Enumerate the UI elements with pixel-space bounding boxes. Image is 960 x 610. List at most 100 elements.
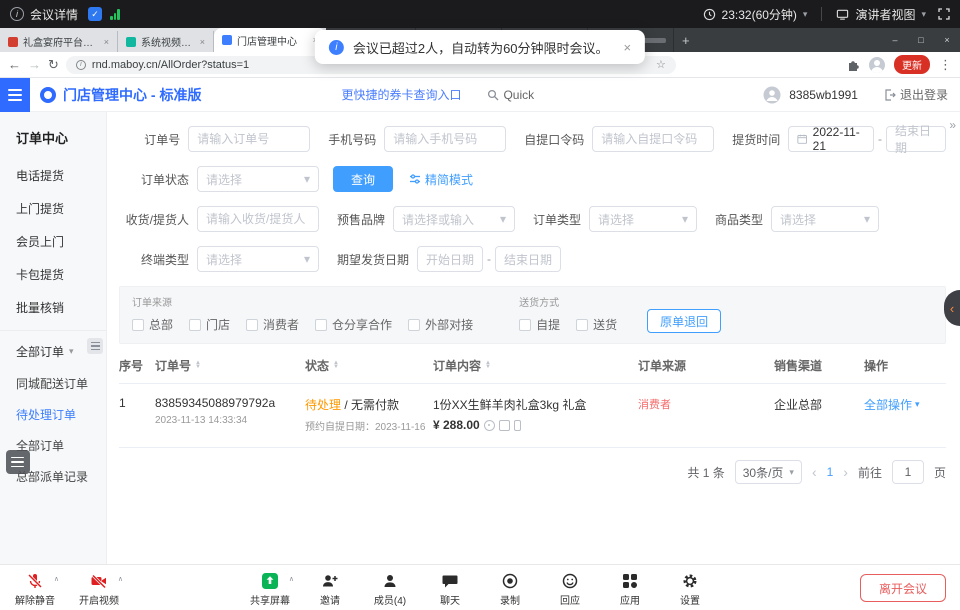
checkbox-box[interactable] (576, 319, 588, 331)
phone-input[interactable] (384, 126, 506, 152)
goto-page-input[interactable] (892, 460, 924, 484)
chat-button[interactable]: 聊天 (425, 569, 475, 607)
username[interactable]: 8385wb1991 (789, 88, 858, 102)
checkbox-warehouse-coop[interactable]: 仓分享合作 (315, 316, 392, 333)
sidebar-item-batch-verify[interactable]: 批量核销 (0, 291, 106, 324)
checkbox-box[interactable] (189, 319, 201, 331)
checkbox-external[interactable]: 外部对接 (408, 316, 473, 333)
order-status-select[interactable]: 请选择 ▾ (197, 166, 319, 192)
browser-tab-active[interactable]: 门店管理中心 × (214, 28, 326, 52)
panel-expand-icon[interactable]: » (949, 118, 954, 132)
view-mode-caret-icon[interactable]: ▾ (921, 9, 926, 20)
reaction-button[interactable]: 回应 (545, 569, 595, 607)
share-options-caret-icon[interactable]: ∧ (289, 575, 294, 583)
order-no-input[interactable] (188, 126, 310, 152)
search-button[interactable]: 查询 (333, 166, 393, 192)
back-icon[interactable]: ← (8, 58, 21, 71)
simple-mode-link[interactable]: 精简模式 (409, 171, 473, 188)
terminal-type-select[interactable]: 请选择 ▾ (197, 246, 319, 272)
mobile-icon[interactable] (514, 420, 521, 431)
quick-search[interactable]: Quick (487, 88, 534, 102)
checkbox-delivery[interactable]: 送货 (576, 316, 617, 333)
sort-icon[interactable]: ▲▼ (485, 362, 491, 369)
col-status[interactable]: 状态 ▲▼ (305, 357, 433, 374)
checkbox-box[interactable] (315, 319, 327, 331)
site-info-icon[interactable]: i (76, 60, 86, 70)
gift-icon[interactable] (499, 420, 510, 431)
forward-icon[interactable]: → (28, 58, 41, 71)
current-page[interactable]: 1 (827, 465, 834, 479)
checkbox-box[interactable] (519, 319, 531, 331)
logout-button[interactable]: 退出登录 (884, 86, 948, 103)
ship-end-date-picker[interactable]: 结束日期 (495, 246, 561, 272)
ship-start-date-picker[interactable]: 开始日期 (417, 246, 483, 272)
remark-icon[interactable] (484, 420, 495, 431)
tab-close-icon[interactable]: × (200, 37, 205, 47)
brand-select[interactable]: 请选择或输入 ▾ (393, 206, 515, 232)
sort-icon[interactable]: ▲▼ (195, 362, 201, 369)
browser-tab[interactable]: 礼盒宴府平台管理中心 × (0, 31, 118, 52)
sidebar-item-member-visit[interactable]: 会员上门 (0, 225, 106, 258)
leave-meeting-button[interactable]: 离开会议 (860, 574, 946, 602)
record-button[interactable]: 录制 (485, 569, 535, 607)
window-maximize-button[interactable]: □ (908, 35, 934, 45)
col-order-no[interactable]: 订单号 ▲▼ (155, 357, 305, 374)
meeting-info-icon[interactable]: i (10, 7, 24, 21)
floating-list-button[interactable] (6, 450, 30, 474)
pickup-end-date-picker[interactable]: 结束日期 (886, 126, 946, 152)
sidebar-toggle-button[interactable] (0, 78, 30, 112)
reload-icon[interactable]: ↻ (48, 58, 59, 71)
sidebar-item-pending-orders[interactable]: 待处理订单 (0, 399, 106, 430)
submenu-collapse-icon[interactable] (87, 338, 103, 354)
chrome-update-button[interactable]: 更新 (894, 55, 930, 74)
mic-options-caret-icon[interactable]: ∧ (54, 575, 59, 583)
pickup-code-input[interactable] (592, 126, 714, 152)
security-shield-icon[interactable]: ✓ (88, 7, 102, 21)
checkbox-box[interactable] (408, 319, 420, 331)
unmute-button[interactable]: ∧ 解除静音 (10, 569, 60, 607)
new-tab-button[interactable]: + (674, 33, 698, 48)
user-avatar[interactable] (763, 86, 781, 104)
sidebar-item-card-pickup[interactable]: 卡包提货 (0, 258, 106, 291)
window-close-button[interactable]: × (934, 35, 960, 45)
fullscreen-icon[interactable] (938, 8, 950, 20)
view-mode-label[interactable]: 演讲者视图 (855, 6, 915, 23)
extensions-puzzle-icon[interactable] (846, 58, 860, 72)
original-order-return-button[interactable]: 原单退回 (647, 309, 721, 333)
browser-profile-avatar[interactable] (869, 57, 885, 73)
timer-caret-icon[interactable]: ▾ (803, 9, 808, 20)
all-actions-dropdown[interactable]: 全部操作 ▾ (864, 396, 946, 413)
order-type-select[interactable]: 请选择 ▾ (589, 206, 697, 232)
window-minimize-button[interactable]: – (882, 35, 908, 45)
meeting-detail-label[interactable]: 会议详情 (30, 6, 78, 23)
next-page-button[interactable]: › (843, 464, 848, 480)
checkbox-box[interactable] (132, 319, 144, 331)
browser-tab[interactable]: 系统视频学习 × (118, 31, 214, 52)
col-content[interactable]: 订单内容 ▲▼ (433, 357, 638, 374)
checkbox-store[interactable]: 门店 (189, 316, 230, 333)
checkbox-box[interactable] (246, 319, 258, 331)
start-video-button[interactable]: ∧ 开启视频 (74, 569, 124, 607)
goods-type-select[interactable]: 请选择 ▾ (771, 206, 879, 232)
sidebar-item-phone-pickup[interactable]: 电话提货 (0, 159, 106, 192)
order-no-value[interactable]: 83859345088979792a (155, 396, 305, 410)
toast-close-icon[interactable]: × (624, 40, 632, 55)
prev-page-button[interactable]: ‹ (812, 464, 817, 480)
bookmark-star-icon[interactable]: ☆ (656, 58, 666, 71)
coupon-query-link[interactable]: 更快捷的券卡查询入口 (341, 86, 461, 103)
tab-close-icon[interactable]: × (104, 37, 109, 47)
video-options-caret-icon[interactable]: ∧ (118, 575, 123, 583)
browser-menu-icon[interactable]: ⋮ (939, 58, 952, 71)
sidebar-item-city-delivery-orders[interactable]: 同城配送订单 (0, 368, 106, 399)
members-button[interactable]: 成员(4) (365, 569, 415, 607)
checkbox-self-pickup[interactable]: 自提 (519, 316, 560, 333)
checkbox-consumer[interactable]: 消费者 (246, 316, 299, 333)
pickup-start-date-picker[interactable]: 2022-11-21 (788, 126, 874, 152)
share-screen-button[interactable]: ∧ 共享屏幕 (245, 569, 295, 607)
sort-icon[interactable]: ▲▼ (333, 362, 339, 369)
settings-button[interactable]: 设置 (665, 569, 715, 607)
checkbox-hq[interactable]: 总部 (132, 316, 173, 333)
page-size-select[interactable]: 30条/页 ▾ (735, 460, 802, 484)
apps-button[interactable]: 应用 (605, 569, 655, 607)
sidebar-item-door-pickup[interactable]: 上门提货 (0, 192, 106, 225)
